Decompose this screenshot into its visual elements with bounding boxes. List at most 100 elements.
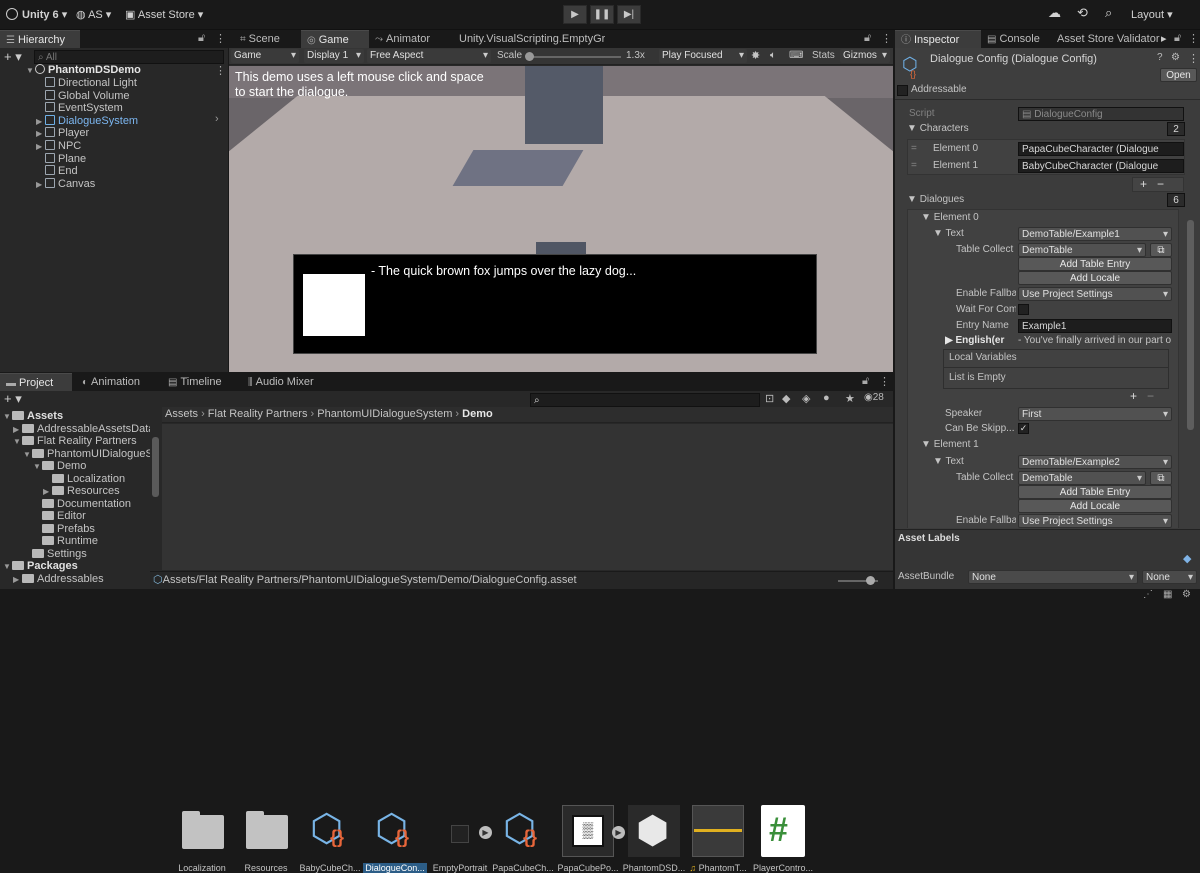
shortcuts-icon[interactable]: ⌨: [789, 49, 803, 63]
table-picker-icon[interactable]: ⧉: [1150, 471, 1172, 485]
asset-item[interactable]: ⬡{} DialogueCon...: [363, 805, 427, 873]
project-folder-item[interactable]: ▶ AddressableAssetsData: [13, 423, 150, 435]
add-table-entry-button[interactable]: Add Table Entry: [1018, 485, 1172, 499]
tab-audio-mixer[interactable]: ⫼ Audio Mixer: [242, 373, 324, 391]
more-icon[interactable]: ⋮: [1188, 32, 1199, 45]
game-view[interactable]: This demo uses a left mouse click and sp…: [229, 66, 893, 372]
can-be-skipped-checkbox[interactable]: ✓: [1018, 423, 1029, 434]
hierarchy-item[interactable]: Directional Light: [36, 77, 137, 89]
hidden-packages-icon[interactable]: ●: [823, 392, 830, 404]
cache-icon[interactable]: ▦: [1163, 589, 1172, 600]
search-icon[interactable]: ⌕: [1105, 5, 1112, 21]
tab-animator[interactable]: ⤳ Animator: [369, 30, 445, 48]
tab-console[interactable]: ▤ Console: [981, 30, 1047, 48]
project-folder-item[interactable]: Prefabs: [33, 523, 95, 535]
search-input[interactable]: ⌕ All: [34, 50, 224, 64]
save-search-icon[interactable]: ◈: [802, 392, 810, 405]
text-foldout[interactable]: ▼ Text: [933, 455, 964, 469]
english-foldout[interactable]: ▶ English(er: [945, 334, 1015, 348]
project-folder-item[interactable]: ▶ Addressables: [13, 573, 104, 585]
tab-scroll-right-icon[interactable]: ▸: [1161, 32, 1167, 45]
enable-fallback-dropdown[interactable]: Use Project Settings: [1018, 287, 1172, 301]
table-collection-dropdown[interactable]: DemoTable: [1018, 471, 1146, 485]
enable-fallback-dropdown[interactable]: Use Project Settings: [1018, 514, 1172, 528]
prefab-open-icon[interactable]: ›: [215, 113, 219, 125]
hierarchy-item[interactable]: End: [36, 165, 78, 177]
dialogues-size[interactable]: 6: [1167, 193, 1185, 207]
project-folder-item[interactable]: ▼ Flat Reality Partners: [13, 435, 137, 447]
text-dropdown[interactable]: DemoTable/Example1: [1018, 227, 1172, 241]
drag-handle-icon[interactable]: =: [911, 142, 917, 156]
icon-size-handle[interactable]: [866, 576, 875, 585]
breadcrumb-item[interactable]: Flat Reality Partners: [208, 408, 308, 420]
wait-for-completion-checkbox[interactable]: [1018, 304, 1029, 315]
element-1-foldout[interactable]: ▼ Element 1: [921, 438, 979, 452]
add-table-entry-button[interactable]: Add Table Entry: [1018, 257, 1172, 271]
more-icon[interactable]: ⋮: [881, 32, 892, 45]
expand-arrow-icon[interactable]: ▶: [479, 826, 492, 839]
table-collection-dropdown[interactable]: DemoTable: [1018, 243, 1146, 257]
tab-hierarchy[interactable]: ☰ Hierarchy: [0, 30, 80, 48]
project-folder-item[interactable]: Editor: [33, 510, 86, 522]
assetbundle-variant-dropdown[interactable]: None: [1142, 570, 1197, 584]
remove-element-button[interactable]: −: [1157, 177, 1164, 191]
characters-foldout[interactable]: ▼ Characters: [907, 122, 969, 136]
stats-button[interactable]: Stats: [812, 49, 835, 63]
project-folder-item[interactable]: ▼ Packages: [3, 560, 78, 572]
inspector-scrollbar[interactable]: [1187, 220, 1194, 430]
asset-item[interactable]: EmptyPortrait: [428, 805, 492, 873]
history-icon[interactable]: ⟲: [1077, 5, 1088, 21]
scene-row[interactable]: ▼ PhantomDSDemo: [26, 64, 141, 76]
asset-item[interactable]: Resources: [234, 805, 298, 873]
add-variable-button[interactable]: +: [1130, 389, 1137, 403]
lock-icon[interactable]: 🔓︎: [864, 32, 871, 45]
breadcrumb-item[interactable]: Demo: [462, 408, 493, 420]
settings-icon[interactable]: ⚙: [1171, 52, 1180, 63]
asset-item[interactable]: Localization: [170, 805, 234, 873]
project-folder-item[interactable]: ▼PhantomUIDialogueSys: [23, 448, 150, 460]
favorite-star-icon[interactable]: ★: [845, 392, 855, 405]
asset-item[interactable]: ⬡{} BabyCubeCh...: [298, 805, 362, 873]
project-folder-item[interactable]: ▶ Resources: [43, 485, 120, 497]
game-dropdown[interactable]: Game: [231, 49, 299, 63]
addressable-checkbox[interactable]: [897, 85, 908, 96]
label-tag-icon[interactable]: ◆: [1183, 552, 1191, 565]
network-icon[interactable]: ⋰: [1143, 589, 1153, 600]
build-icon[interactable]: ⚙: [1182, 589, 1191, 600]
help-icon[interactable]: ?: [1157, 52, 1163, 63]
frame-debugger-icon[interactable]: ✸: [751, 49, 760, 63]
text-dropdown[interactable]: DemoTable/Example2: [1018, 455, 1172, 469]
table-picker-icon[interactable]: ⧉: [1150, 243, 1172, 257]
mute-audio-icon[interactable]: 🔈︎: [770, 49, 776, 63]
aspect-dropdown[interactable]: Free Aspect: [367, 49, 491, 63]
lock-icon[interactable]: 🔓︎: [198, 32, 205, 45]
breadcrumb-item[interactable]: PhantomUIDialogueSystem: [317, 408, 452, 420]
play-button[interactable]: ▶: [563, 5, 587, 24]
tab-scene[interactable]: ⌗ Scene: [234, 30, 302, 48]
lock-icon[interactable]: 🔓︎: [862, 375, 869, 388]
tab-project[interactable]: ▬ Project: [0, 373, 72, 391]
open-button[interactable]: Open: [1160, 68, 1197, 82]
lock-icon[interactable]: 🔓︎: [1174, 32, 1181, 45]
hierarchy-item[interactable]: Plane: [36, 152, 86, 165]
tab-asset-store-validator[interactable]: Asset Store Validator: [1051, 30, 1161, 48]
asset-item[interactable]: # PlayerContro...: [751, 805, 815, 873]
text-foldout[interactable]: ▼ Text: [933, 227, 964, 241]
hierarchy-item[interactable]: ▶ DialogueSystem: [36, 114, 138, 127]
tab-animation[interactable]: ◐ Animation: [76, 373, 154, 391]
asset-store-button[interactable]: ▣ Asset Store ▾: [125, 7, 203, 23]
add-locale-button[interactable]: Add Locale: [1018, 271, 1172, 285]
more-icon[interactable]: ⋮: [215, 32, 226, 45]
account-button[interactable]: ◍ AS ▾: [76, 7, 111, 23]
add-locale-button[interactable]: Add Locale: [1018, 499, 1172, 513]
scale-slider[interactable]: [525, 52, 621, 61]
remove-variable-button[interactable]: −: [1147, 389, 1154, 403]
tab-inspector[interactable]: ⓘ Inspector: [895, 30, 981, 48]
characters-size[interactable]: 2: [1167, 122, 1185, 136]
character-element-1-field[interactable]: BabyCubeCharacter (Dialogue: [1018, 159, 1184, 173]
project-folder-item[interactable]: Settings: [23, 548, 87, 560]
entry-name-input[interactable]: Example1: [1018, 319, 1172, 333]
gizmos-dropdown[interactable]: Gizmos: [840, 49, 890, 63]
add-element-button[interactable]: +: [1140, 177, 1147, 191]
pause-button[interactable]: ❚❚: [590, 5, 614, 24]
